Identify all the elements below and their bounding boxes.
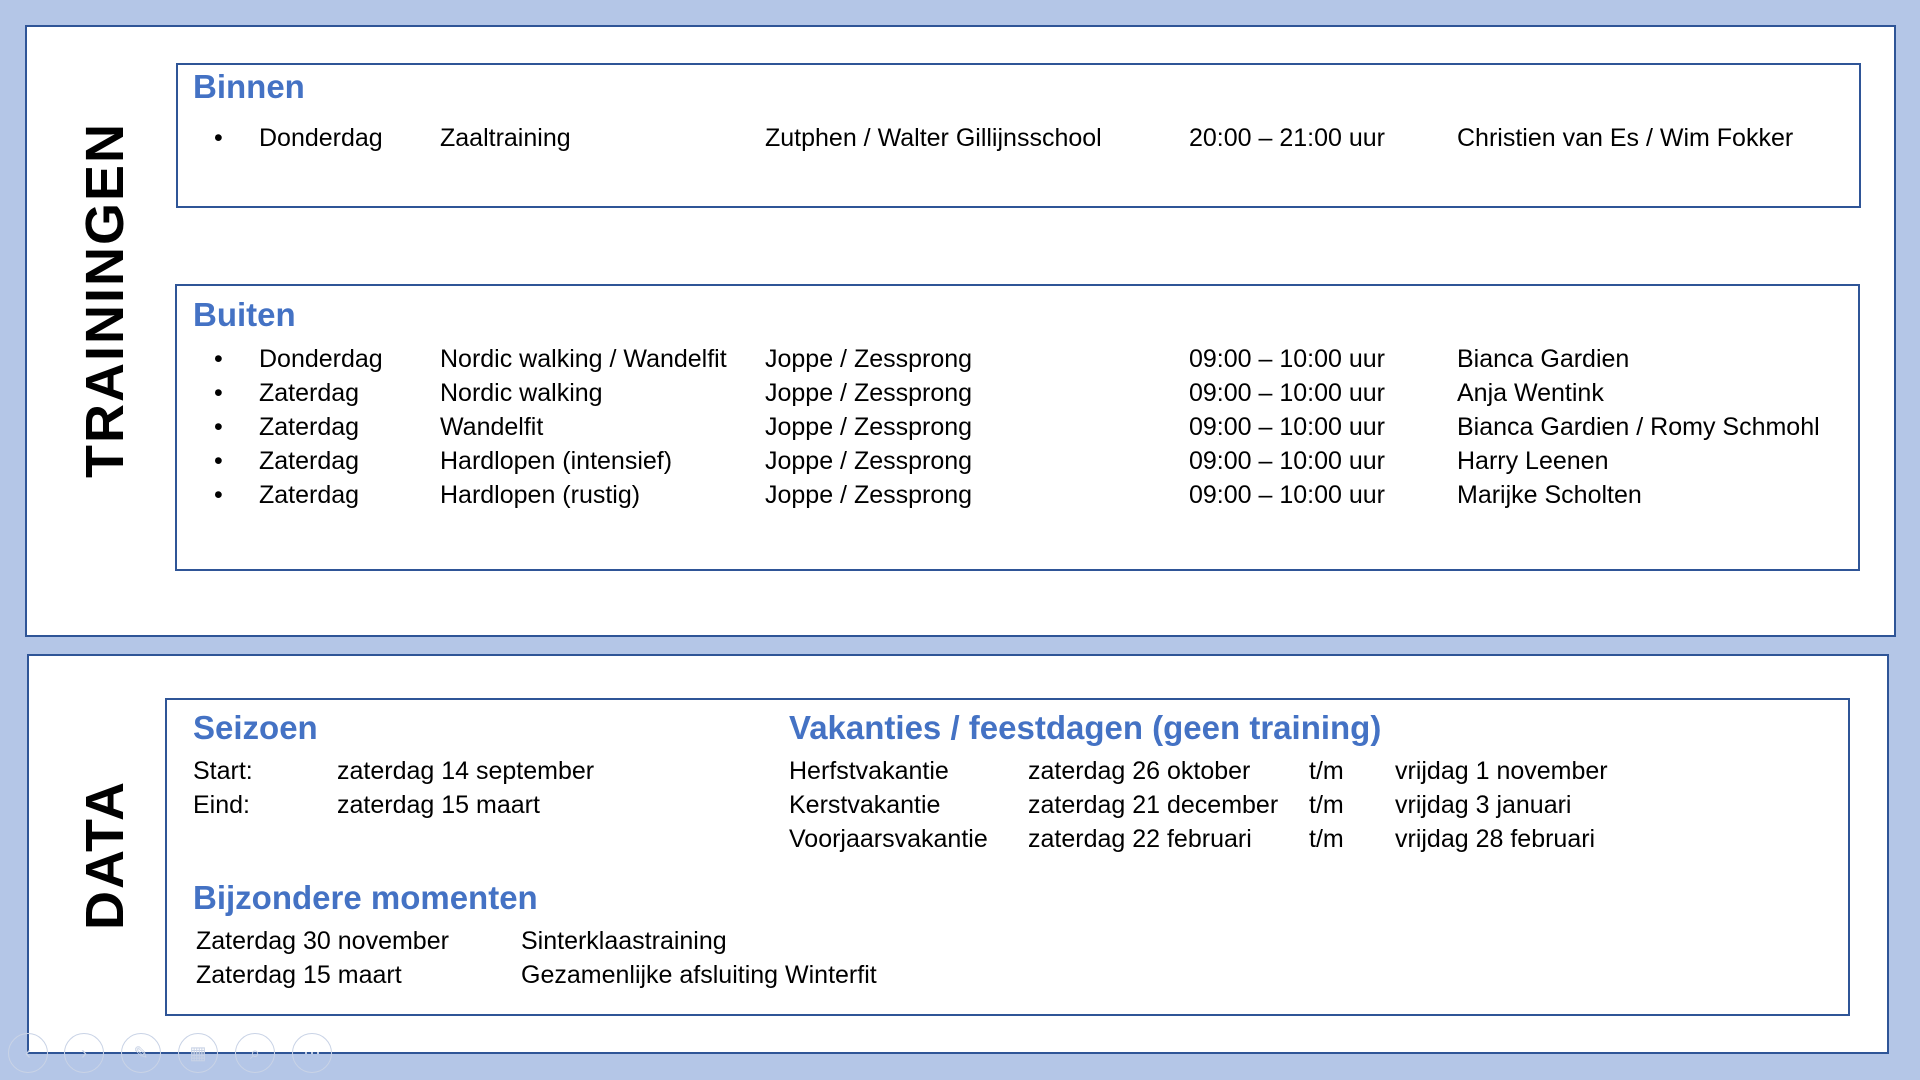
row-trainer: Anja Wentink — [1457, 379, 1604, 407]
slides-icon[interactable]: ▦ — [178, 1033, 218, 1073]
vakanties-heading: Vakanties / feestdagen (geen training) — [789, 709, 1382, 746]
data-section-label: DATA — [75, 780, 135, 930]
previous-icon[interactable]: ‹ — [8, 1033, 48, 1073]
row-day: Zaterdag — [259, 481, 360, 509]
row-activity: Nordic walking — [440, 379, 603, 407]
vakantie-sep: t/m — [1309, 825, 1344, 853]
seizoen-label: Start: — [193, 757, 253, 785]
row-location: Joppe / Zessprong — [765, 413, 973, 441]
row-location: Joppe / Zessprong — [765, 379, 973, 407]
bullet: • — [214, 124, 223, 152]
bullet: • — [214, 413, 223, 441]
vakantie-name: Voorjaarsvakantie — [789, 825, 988, 853]
row-time: 09:00 – 10:00 uur — [1189, 379, 1385, 407]
bullet: • — [214, 379, 223, 407]
row-time: 09:00 – 10:00 uur — [1189, 481, 1385, 509]
row-time: 20:00 – 21:00 uur — [1189, 124, 1385, 152]
vakantie-from: zaterdag 26 oktober — [1028, 757, 1251, 785]
row-day: Zaterdag — [259, 413, 360, 441]
seizoen-heading: Seizoen — [193, 709, 318, 746]
bullet: • — [214, 345, 223, 373]
seizoen-label: Eind: — [193, 791, 250, 819]
row-trainer: Harry Leenen — [1457, 447, 1609, 475]
row-time: 09:00 – 10:00 uur — [1189, 447, 1385, 475]
bullet: • — [214, 447, 223, 475]
row-time: 09:00 – 10:00 uur — [1189, 413, 1385, 441]
bijzonder-event: Sinterklaastraining — [521, 927, 727, 955]
vakantie-from: zaterdag 22 februari — [1028, 825, 1252, 853]
bijzonder-date: Zaterdag 30 november — [196, 927, 449, 955]
vakantie-name: Kerstvakantie — [789, 791, 941, 819]
row-trainer: Marijke Scholten — [1457, 481, 1642, 509]
row-activity: Wandelfit — [440, 413, 544, 441]
more-icon[interactable]: ⋯ — [292, 1033, 332, 1073]
bullet: • — [214, 481, 223, 509]
row-location: Joppe / Zessprong — [765, 481, 973, 509]
zoom-icon[interactable]: ⌕ — [235, 1033, 275, 1073]
row-location: Zutphen / Walter Gillijnsschool — [765, 124, 1102, 152]
row-activity: Zaaltraining — [440, 124, 571, 152]
vakantie-sep: t/m — [1309, 791, 1344, 819]
vakantie-to: vrijdag 3 januari — [1395, 791, 1572, 819]
bijzonder-event: Gezamenlijke afsluiting Winterfit — [521, 961, 877, 989]
binnen-heading: Binnen — [193, 68, 305, 105]
seizoen-value: zaterdag 15 maart — [337, 791, 540, 819]
trainingen-section-label: TRAININGEN — [75, 122, 135, 478]
vakantie-from: zaterdag 21 december — [1028, 791, 1279, 819]
row-activity: Hardlopen (rustig) — [440, 481, 641, 509]
bijzondere-heading: Bijzondere momenten — [193, 879, 538, 916]
buiten-heading: Buiten — [193, 296, 296, 333]
row-day: Zaterdag — [259, 379, 360, 407]
row-time: 09:00 – 10:00 uur — [1189, 345, 1385, 373]
row-activity: Hardlopen (intensief) — [440, 447, 673, 475]
row-location: Joppe / Zessprong — [765, 345, 973, 373]
next-icon[interactable]: › — [64, 1033, 104, 1073]
row-trainer: Bianca Gardien — [1457, 345, 1630, 373]
pen-icon[interactable]: ✎ — [121, 1033, 161, 1073]
row-day: Donderdag — [259, 124, 383, 152]
row-trainer: Christien van Es / Wim Fokker — [1457, 124, 1794, 152]
row-trainer: Bianca Gardien / Romy Schmohl — [1457, 413, 1820, 441]
row-activity: Nordic walking / Wandelfit — [440, 345, 727, 373]
bijzonder-date: Zaterdag 15 maart — [196, 961, 402, 989]
row-day: Donderdag — [259, 345, 383, 373]
vakantie-to: vrijdag 28 februari — [1395, 825, 1596, 853]
vakantie-to: vrijdag 1 november — [1395, 757, 1608, 785]
row-day: Zaterdag — [259, 447, 360, 475]
vakantie-name: Herfstvakantie — [789, 757, 949, 785]
row-location: Joppe / Zessprong — [765, 447, 973, 475]
vakantie-sep: t/m — [1309, 757, 1344, 785]
seizoen-value: zaterdag 14 september — [337, 757, 595, 785]
